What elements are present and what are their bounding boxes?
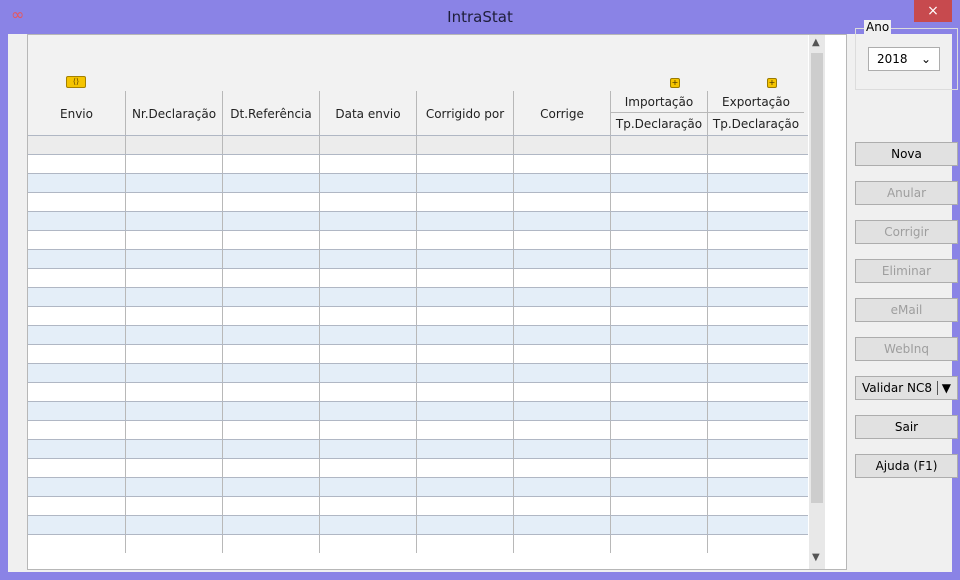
table-row[interactable] xyxy=(28,306,808,325)
table-row[interactable] xyxy=(28,268,808,287)
split-divider xyxy=(936,381,938,395)
column-header-exportacao-tp[interactable]: Tp.Declaração xyxy=(708,113,804,135)
table-row[interactable] xyxy=(28,230,808,249)
table-row[interactable] xyxy=(28,496,808,515)
table-row[interactable] xyxy=(28,363,808,382)
scroll-up-icon[interactable]: ▲ xyxy=(812,37,820,48)
scroll-down-icon[interactable]: ▼ xyxy=(812,552,820,563)
table-row[interactable] xyxy=(28,154,808,173)
column-header-dt-referencia[interactable]: Dt.Referência xyxy=(222,91,319,137)
validar-nc8-label: Validar NC8 xyxy=(862,381,933,395)
column-header-data-envio[interactable]: Data envio xyxy=(319,91,416,137)
year-select[interactable]: 2018 ⌄ xyxy=(868,47,940,71)
vertical-scrollbar[interactable]: ▲ ▼ xyxy=(809,35,825,569)
table-row[interactable] xyxy=(28,439,808,458)
scroll-thumb[interactable] xyxy=(811,53,823,503)
table-row[interactable] xyxy=(28,382,808,401)
column-header-nr-declaracao[interactable]: Nr.Declaração xyxy=(125,91,222,137)
column-header-envio[interactable]: Envio xyxy=(28,91,125,137)
table-row[interactable] xyxy=(28,534,808,553)
close-button[interactable]: × xyxy=(914,0,952,22)
email-button[interactable]: eMail xyxy=(855,298,958,322)
grid-rows xyxy=(28,135,808,553)
table-row[interactable] xyxy=(28,477,808,496)
column-header-corrigido-por[interactable]: Corrigido por xyxy=(416,91,513,137)
year-value: 2018 xyxy=(877,52,908,66)
table-row[interactable] xyxy=(28,401,808,420)
table-row[interactable] xyxy=(28,135,808,154)
close-icon: × xyxy=(927,3,939,19)
anular-button[interactable]: Anular xyxy=(855,181,958,205)
column-header-exportacao[interactable]: Exportação xyxy=(708,91,804,113)
table-row[interactable] xyxy=(28,211,808,230)
title-bar: ∞ IntraStat × xyxy=(0,0,960,34)
table-row[interactable] xyxy=(28,287,808,306)
nova-button[interactable]: Nova xyxy=(855,142,958,166)
link-icon: ∞ xyxy=(11,5,25,24)
column-header-importacao-tp[interactable]: Tp.Declaração xyxy=(611,113,707,135)
eliminar-button[interactable]: Eliminar xyxy=(855,259,958,283)
column-nav-icon[interactable]: ⟨⟩ xyxy=(66,76,86,88)
table-row[interactable] xyxy=(28,325,808,344)
corrigir-button[interactable]: Corrigir xyxy=(855,220,958,244)
grid-header: ⟨⟩ Envio Nr.Declaração Dt.Referência Dat… xyxy=(28,35,808,137)
declarations-grid[interactable]: ⟨⟩ Envio Nr.Declaração Dt.Referência Dat… xyxy=(27,34,847,570)
webinq-button[interactable]: WebInq xyxy=(855,337,958,361)
table-row[interactable] xyxy=(28,173,808,192)
expand-exportacao-icon[interactable]: + xyxy=(767,78,777,88)
table-row[interactable] xyxy=(28,249,808,268)
table-row[interactable] xyxy=(28,515,808,534)
column-group-importacao: Importação Tp.Declaração xyxy=(610,91,707,137)
table-row[interactable] xyxy=(28,458,808,477)
column-header-corrige[interactable]: Corrige xyxy=(513,91,610,137)
dropdown-arrow-icon[interactable]: ▼ xyxy=(942,381,951,395)
table-row[interactable] xyxy=(28,344,808,363)
chevron-down-icon: ⌄ xyxy=(920,52,931,66)
table-row[interactable] xyxy=(28,420,808,439)
column-header-importacao[interactable]: Importação xyxy=(611,91,707,113)
validar-nc8-button[interactable]: Validar NC8 ▼ xyxy=(855,376,958,400)
sair-button[interactable]: Sair xyxy=(855,415,958,439)
window-title: IntraStat xyxy=(447,8,513,26)
year-label: Ano xyxy=(864,20,892,34)
year-group: Ano 2018 ⌄ xyxy=(855,20,958,90)
column-group-exportacao: Exportação Tp.Declaração xyxy=(707,91,804,137)
expand-importacao-icon[interactable]: + xyxy=(670,78,680,88)
ajuda-button[interactable]: Ajuda (F1) xyxy=(855,454,958,478)
table-row[interactable] xyxy=(28,192,808,211)
